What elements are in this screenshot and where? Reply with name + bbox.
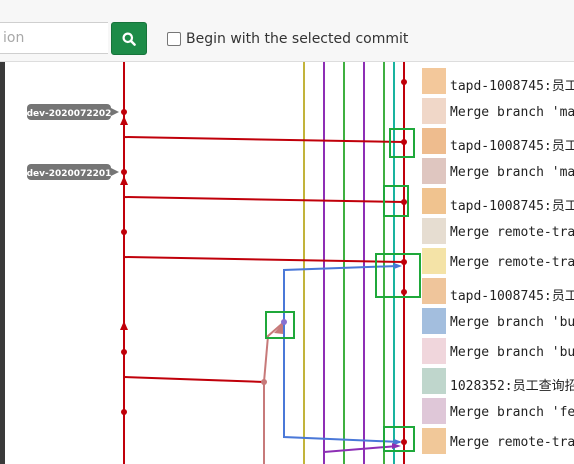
commit-node[interactable]: [401, 439, 407, 445]
avatar: [422, 278, 446, 304]
blue-link-top: [283, 265, 399, 322]
commit-message-column: tapd-1008745:员工 Merge branch 'ma tapd-10…: [448, 62, 574, 464]
commit-node[interactable]: [401, 79, 407, 85]
commit-message[interactable]: tapd-1008745:员工: [450, 75, 574, 94]
commit-message[interactable]: tapd-1008745:员工: [450, 285, 574, 304]
commit-node[interactable]: [401, 199, 407, 205]
blue-link-bottom: [283, 322, 401, 443]
commit-node[interactable]: [401, 289, 407, 295]
commit-node[interactable]: [121, 169, 127, 175]
branch-tag-label: dev-2020072201: [27, 169, 112, 179]
commit-node[interactable]: [121, 229, 127, 235]
commit-message[interactable]: Merge remote-trac: [450, 225, 574, 240]
avatar: [422, 398, 446, 424]
arrow-head: [120, 176, 128, 185]
merge-line-1: [123, 136, 405, 143]
branch-tag[interactable]: dev-2020072201: [27, 164, 119, 180]
commit-node[interactable]: [121, 349, 127, 355]
commit-message[interactable]: Merge branch 'bug: [450, 315, 574, 330]
avatar: [422, 158, 446, 184]
avatar: [422, 338, 446, 364]
commit-message[interactable]: tapd-1008745:员工: [450, 195, 574, 214]
arrow-head: [120, 321, 128, 330]
merge-line-4: [123, 376, 265, 383]
commit-message[interactable]: Merge branch 'ma: [450, 105, 574, 120]
commit-message[interactable]: tapd-1008745:员工: [450, 135, 574, 154]
avatar: [422, 128, 446, 154]
avatar: [422, 98, 446, 124]
commit-node[interactable]: [261, 379, 267, 385]
branch-tag[interactable]: dev-2020072202: [27, 104, 119, 120]
highlight-box: [375, 253, 421, 298]
avatar-column: [422, 68, 446, 454]
commit-message[interactable]: Merge branch 'bug: [450, 345, 574, 360]
avatar: [422, 188, 446, 214]
commit-message[interactable]: Merge branch 'fea: [450, 405, 574, 420]
commit-node[interactable]: [281, 319, 287, 325]
commit-message[interactable]: Merge branch 'ma: [450, 165, 574, 180]
commit-node[interactable]: [401, 139, 407, 145]
commit-message[interactable]: 1028352:员工查询招: [450, 375, 574, 394]
commit-message[interactable]: Merge remote-trac: [450, 255, 574, 270]
commit-message[interactable]: Merge remote-trac: [450, 435, 574, 450]
merge-line-3: [123, 256, 405, 263]
commit-node[interactable]: [121, 409, 127, 415]
commit-node[interactable]: [121, 109, 127, 115]
merge-line-2: [123, 196, 405, 203]
arrow-head: [394, 263, 402, 269]
avatar: [422, 428, 446, 454]
arrow-head: [120, 116, 128, 125]
commit-node[interactable]: [401, 259, 407, 265]
avatar: [422, 308, 446, 334]
avatar: [422, 218, 446, 244]
avatar: [422, 68, 446, 94]
branch-tag-label: dev-2020072202: [27, 109, 112, 119]
avatar: [422, 248, 446, 274]
avatar: [422, 368, 446, 394]
